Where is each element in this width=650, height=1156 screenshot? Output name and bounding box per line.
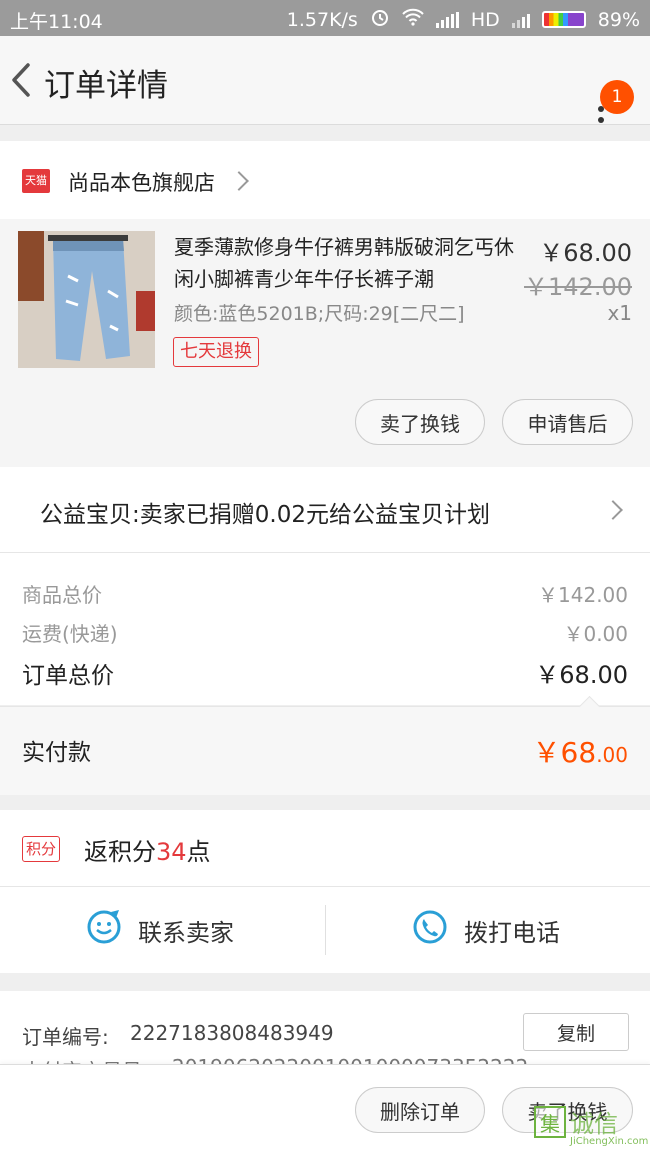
status-time: 上午11:04 (10, 11, 103, 33)
status-bar: 上午11:04 1.57K/s HD 89% (0, 0, 650, 36)
status-indicators: 1.57K/s HD 89% (287, 7, 640, 32)
points-text: 返积分34点 (84, 832, 211, 867)
order-number-label: 订单编号: (22, 1025, 109, 1049)
shipping-label: 运费(快递) (22, 622, 118, 646)
product-card[interactable]: 夏季薄款修身牛仔裤男韩版破洞乞丐休闲小脚裤青少年牛仔长裤子潮 颜色:蓝色5201… (0, 219, 650, 467)
shipping-value: ￥0.00 (563, 622, 628, 646)
price-summary: 商品总价 ￥142.00 运费(快递) ￥0.00 订单总价 ￥68.00 (0, 553, 650, 705)
product-price: ￥68.00 (539, 239, 632, 267)
signal-icon (435, 11, 459, 28)
product-quantity: x1 (607, 301, 632, 325)
call-phone-label: 拨打电话 (464, 918, 560, 947)
chat-bubble-icon (86, 909, 122, 951)
dot (598, 117, 604, 123)
alarm-icon (370, 7, 390, 32)
chevron-left-icon (8, 63, 38, 102)
contact-row: 联系卖家 拨打电话 (0, 887, 650, 973)
contact-seller-label: 联系卖家 (138, 918, 234, 947)
product-title[interactable]: 夏季薄款修身牛仔裤男韩版破洞乞丐休闲小脚裤青少年牛仔长裤子潮 (174, 231, 526, 295)
paid-value-main: ￥68 (532, 736, 597, 769)
paid-amount-row: 实付款 ￥68.00 (0, 695, 650, 795)
delete-order-button[interactable]: 删除订单 (355, 1087, 485, 1133)
paid-label: 实付款 (22, 740, 91, 766)
network-speed: 1.57K/s (286, 8, 358, 31)
watermark-url: JiChengXin.com (570, 1136, 649, 1147)
more-menu-button[interactable] (598, 106, 604, 128)
points-suffix: 点 (186, 838, 211, 866)
app-header: 订单详情 1 (0, 36, 650, 125)
chevron-right-icon (603, 500, 623, 520)
paid-value-decimal: .00 (596, 743, 628, 767)
tmall-logo-icon: 天猫 (22, 169, 50, 193)
points-number: 34 (156, 838, 187, 866)
paid-value: ￥68.00 (533, 731, 628, 771)
phone-icon (412, 909, 448, 951)
points-badge: 积分 (22, 836, 61, 862)
watermark-text: 诚信 (570, 1110, 618, 1138)
back-button[interactable] (8, 62, 38, 98)
contact-seller-button[interactable]: 联系卖家 (86, 887, 234, 973)
chevron-right-icon (229, 171, 249, 191)
battery-percent: 89% (597, 8, 640, 31)
after-sales-button[interactable]: 申请售后 (502, 399, 633, 445)
product-original-price: ￥142.00 (524, 273, 632, 301)
charity-row[interactable]: 公益宝贝:卖家已捐赠0.02元给公益宝贝计划 (0, 467, 650, 553)
watermark-box: 集 (534, 1106, 566, 1138)
wifi-icon (402, 8, 424, 31)
order-total-label: 订单总价 (22, 663, 114, 689)
product-attributes: 颜色:蓝色5201B;尺码:29[二尺二] (174, 303, 465, 325)
order-total-value: ￥68.00 (535, 661, 628, 689)
store-name: 尚品本色旗舰店 (68, 171, 215, 195)
product-image[interactable] (18, 231, 155, 368)
return-policy-tag: 七天退换 (173, 337, 259, 367)
divider (325, 905, 326, 955)
watermark-logo: 集 诚信 JiChengXin.com (534, 1104, 649, 1152)
goods-total-value: ￥142.00 (538, 583, 628, 607)
network-type: HD (470, 8, 500, 31)
resell-button[interactable]: 卖了换钱 (355, 399, 485, 445)
charity-text: 公益宝贝:卖家已捐赠0.02元给公益宝贝计划 (40, 502, 490, 528)
page-title: 订单详情 (44, 68, 168, 104)
order-info: 订单编号: 2227183808483949 复制 支付宝交易号: 201906… (0, 991, 650, 1071)
order-number-value: 2227183808483949 (130, 1021, 334, 1045)
goods-total-label: 商品总价 (22, 583, 102, 607)
signal-icon-2 (511, 12, 530, 28)
copy-button[interactable]: 复制 (523, 1013, 629, 1051)
notification-badge: 1 (600, 80, 634, 114)
points-prefix: 返积分 (84, 838, 156, 866)
points-row: 积分 返积分34点 (0, 810, 650, 887)
store-row[interactable]: 天猫 尚品本色旗舰店 (0, 141, 650, 219)
battery-icon (541, 11, 586, 28)
call-phone-button[interactable]: 拨打电话 (412, 887, 560, 973)
